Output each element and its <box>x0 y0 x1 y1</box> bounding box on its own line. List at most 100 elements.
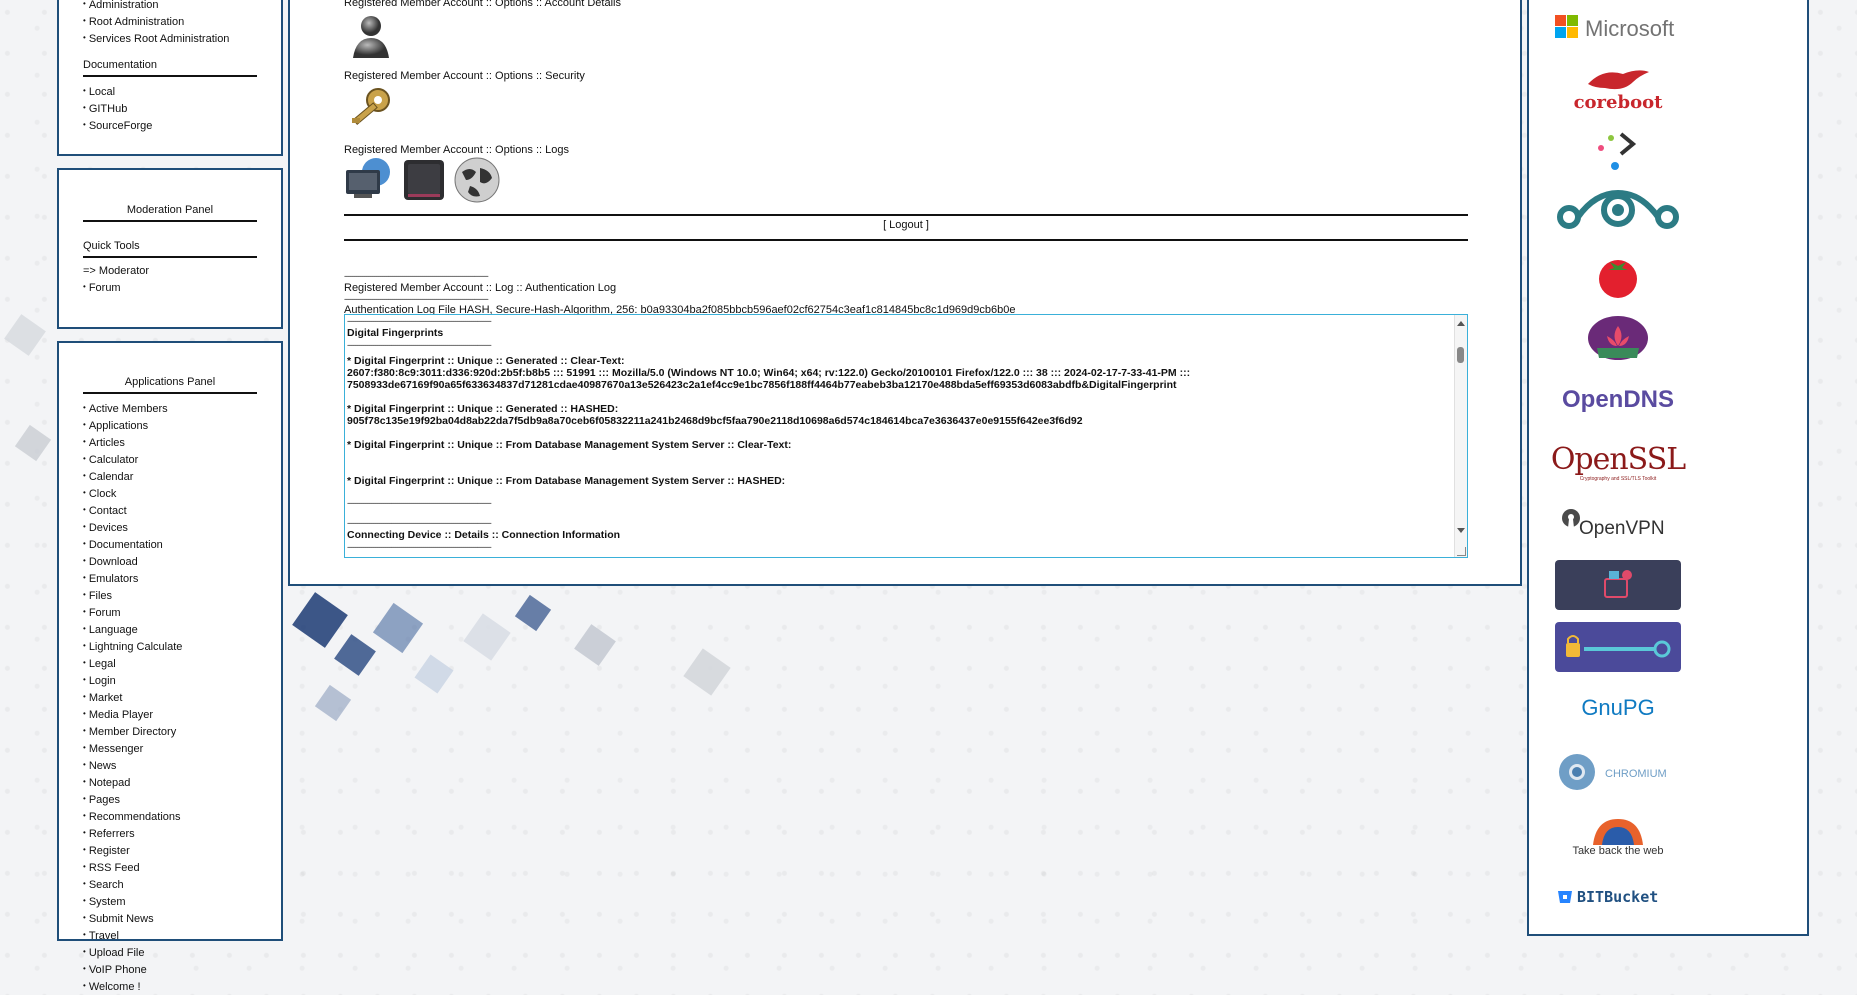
sidebar-item-market[interactable]: • Market <box>83 689 281 706</box>
sidebar-item-news[interactable]: • News <box>83 757 281 774</box>
bullet-icon: • <box>83 505 86 514</box>
sidebar-item-login[interactable]: • Login <box>83 672 281 689</box>
logs-label: Registered Member Account :: Options :: … <box>344 144 570 156</box>
quick-tools-heading: Quick Tools <box>83 222 257 258</box>
sidebar-item-active-members[interactable]: • Active Members <box>83 400 281 417</box>
security-lock-icon <box>1604 570 1632 598</box>
sidebar-item-register[interactable]: • Register <box>83 842 281 859</box>
bullet-icon: • <box>83 590 86 599</box>
sidebar-item-documentation[interactable]: • Documentation <box>83 536 281 553</box>
resize-handle-icon[interactable] <box>1457 547 1466 556</box>
sidebar-item-submit-news[interactable]: • Submit News <box>83 910 281 927</box>
bitbucket-logo[interactable]: BITBucket <box>1555 882 1681 912</box>
globe-icon[interactable] <box>452 156 502 204</box>
bullet-icon: • <box>83 641 86 650</box>
gnupg-logo[interactable]: GnuPG <box>1555 688 1681 728</box>
microsoft-logo[interactable]: Microsoft <box>1555 10 1681 46</box>
sidebar-item-messenger[interactable]: • Messenger <box>83 740 281 757</box>
sidebar-item-travel[interactable]: • Travel <box>83 927 281 944</box>
security-tile-2[interactable] <box>1555 622 1681 672</box>
bullet-icon: • <box>83 964 86 973</box>
bullet-icon: • <box>83 692 86 701</box>
chromium-logo[interactable]: CHROMIUM <box>1555 750 1681 794</box>
openvpn-logo[interactable]: OpenVPN <box>1555 506 1681 544</box>
sidebar-item-calendar[interactable]: • Calendar <box>83 468 281 485</box>
computer-globe-icon[interactable] <box>344 156 396 202</box>
scroll-down-arrow-icon[interactable] <box>1457 528 1465 533</box>
bitbucket-icon <box>1558 891 1572 903</box>
sidebar-item-referrers[interactable]: • Referrers <box>83 825 281 842</box>
coreboot-logo[interactable]: coreboot <box>1555 60 1681 116</box>
sidebar-item-contact[interactable]: • Contact <box>83 502 281 519</box>
sidebar-item-lightning-calculate[interactable]: • Lightning Calculate <box>83 638 281 655</box>
sidebar-item-files[interactable]: • Files <box>83 587 281 604</box>
logout-top-rule <box>344 214 1468 216</box>
sidebar-item-search[interactable]: • Search <box>83 876 281 893</box>
sidebar-item-root-administration[interactable]: • Root Administration <box>83 13 281 30</box>
sidebar-item-recommendations[interactable]: • Recommendations <box>83 808 281 825</box>
sidebar-item-local[interactable]: • Local <box>83 83 281 100</box>
sidebar-item-media-player[interactable]: • Media Player <box>83 706 281 723</box>
bullet-icon: • <box>83 760 86 769</box>
scroll-thumb[interactable] <box>1457 347 1464 363</box>
log-separator: ----------------------------------------… <box>347 340 492 350</box>
log-db-clear-text-label: * Digital Fingerprint :: Unique :: From … <box>347 439 792 451</box>
sidebar-item-devices[interactable]: • Devices <box>83 519 281 536</box>
sidebar-item-language[interactable]: • Language <box>83 621 281 638</box>
sidebar-item-articles[interactable]: • Articles <box>83 434 281 451</box>
sidebar-item-system[interactable]: • System <box>83 893 281 910</box>
sidebar-item-moderator[interactable]: => Moderator <box>83 264 281 279</box>
lineageos-logo[interactable] <box>1555 182 1681 238</box>
log-hashed-label: * Digital Fingerprint :: Unique :: Gener… <box>347 403 619 415</box>
openssl-logo[interactable]: OpenSSL Cryptography and SSL/TLS Toolkit <box>1551 438 1686 488</box>
sidebar-item-calculator[interactable]: • Calculator <box>83 451 281 468</box>
hard-drive-icon[interactable] <box>402 158 446 202</box>
sidebar-item-upload-file[interactable]: • Upload File <box>83 944 281 961</box>
documentation-heading: Documentation <box>83 47 257 77</box>
bullet-icon: • <box>83 777 86 786</box>
tomato-logo[interactable] <box>1555 252 1681 300</box>
sidebar-item-download[interactable]: • Download <box>83 553 281 570</box>
bullet-icon: • <box>83 828 86 837</box>
bullet-icon: • <box>83 488 86 497</box>
firefox-logo[interactable]: Take back the web <box>1555 810 1681 862</box>
log-separator: ----------------------------------------… <box>347 498 492 508</box>
sidebar-item-applications[interactable]: • Applications <box>83 417 281 434</box>
separator-line-1: ----------------------------------------… <box>344 271 489 281</box>
bullet-icon: • <box>83 913 86 922</box>
firefox-icon <box>1593 819 1643 845</box>
bullet-icon: • <box>83 437 86 446</box>
key-icon[interactable] <box>346 84 396 134</box>
authentication-log-textarea[interactable]: ----------------------------------------… <box>344 314 1468 558</box>
sidebar-item-administration[interactable]: • Administration <box>83 0 281 13</box>
sidebar-item-legal[interactable]: • Legal <box>83 655 281 672</box>
sidebar-item-forum[interactable]: • Forum <box>83 279 281 296</box>
lotus-logo[interactable] <box>1555 312 1681 362</box>
logout-link[interactable]: [ Logout ] <box>344 219 1468 231</box>
bullet-icon: • <box>83 675 86 684</box>
applications-panel: Applications Panel • Active Members • Appli… <box>57 341 283 993</box>
logo-column: Microsoft coreboot OpenDNS OpenSSL Crypt… <box>1527 0 1809 936</box>
sidebar-item-notepad[interactable]: • Notepad <box>83 774 281 791</box>
log-scrollbar[interactable] <box>1454 315 1467 557</box>
dots-arrow-logo[interactable] <box>1555 126 1681 172</box>
log-hashed-line: 905f78c135e19f92ba04d8ab22da7f5db9a8a70c… <box>347 415 1083 427</box>
scroll-up-arrow-icon[interactable] <box>1457 321 1465 326</box>
sidebar-item-rss-feed[interactable]: • RSS Feed <box>83 859 281 876</box>
sidebar-item-emulators[interactable]: • Emulators <box>83 570 281 587</box>
security-tile-1[interactable] <box>1555 560 1681 610</box>
sidebar-item-services-root-administration[interactable]: • Services Root Administration <box>83 30 281 47</box>
sidebar-item-welcome[interactable]: • Welcome ! <box>83 978 281 995</box>
log-separator: ----------------------------------------… <box>347 316 492 326</box>
sidebar-item-member-directory[interactable]: • Member Directory <box>83 723 281 740</box>
sidebar-item-github[interactable]: • GITHub <box>83 100 281 117</box>
log-db-hashed-label: * Digital Fingerprint :: Unique :: From … <box>347 475 786 487</box>
sidebar-item-pages[interactable]: • Pages <box>83 791 281 808</box>
sidebar-item-forum[interactable]: • Forum <box>83 604 281 621</box>
opendns-logo[interactable]: OpenDNS <box>1555 382 1681 418</box>
moderation-panel-title: Moderation Panel <box>83 204 257 222</box>
account-details-icon[interactable] <box>348 12 394 58</box>
sidebar-item-voip-phone[interactable]: • VoIP Phone <box>83 961 281 978</box>
sidebar-item-clock[interactable]: • Clock <box>83 485 281 502</box>
sidebar-item-sourceforge[interactable]: • SourceForge <box>83 117 281 134</box>
